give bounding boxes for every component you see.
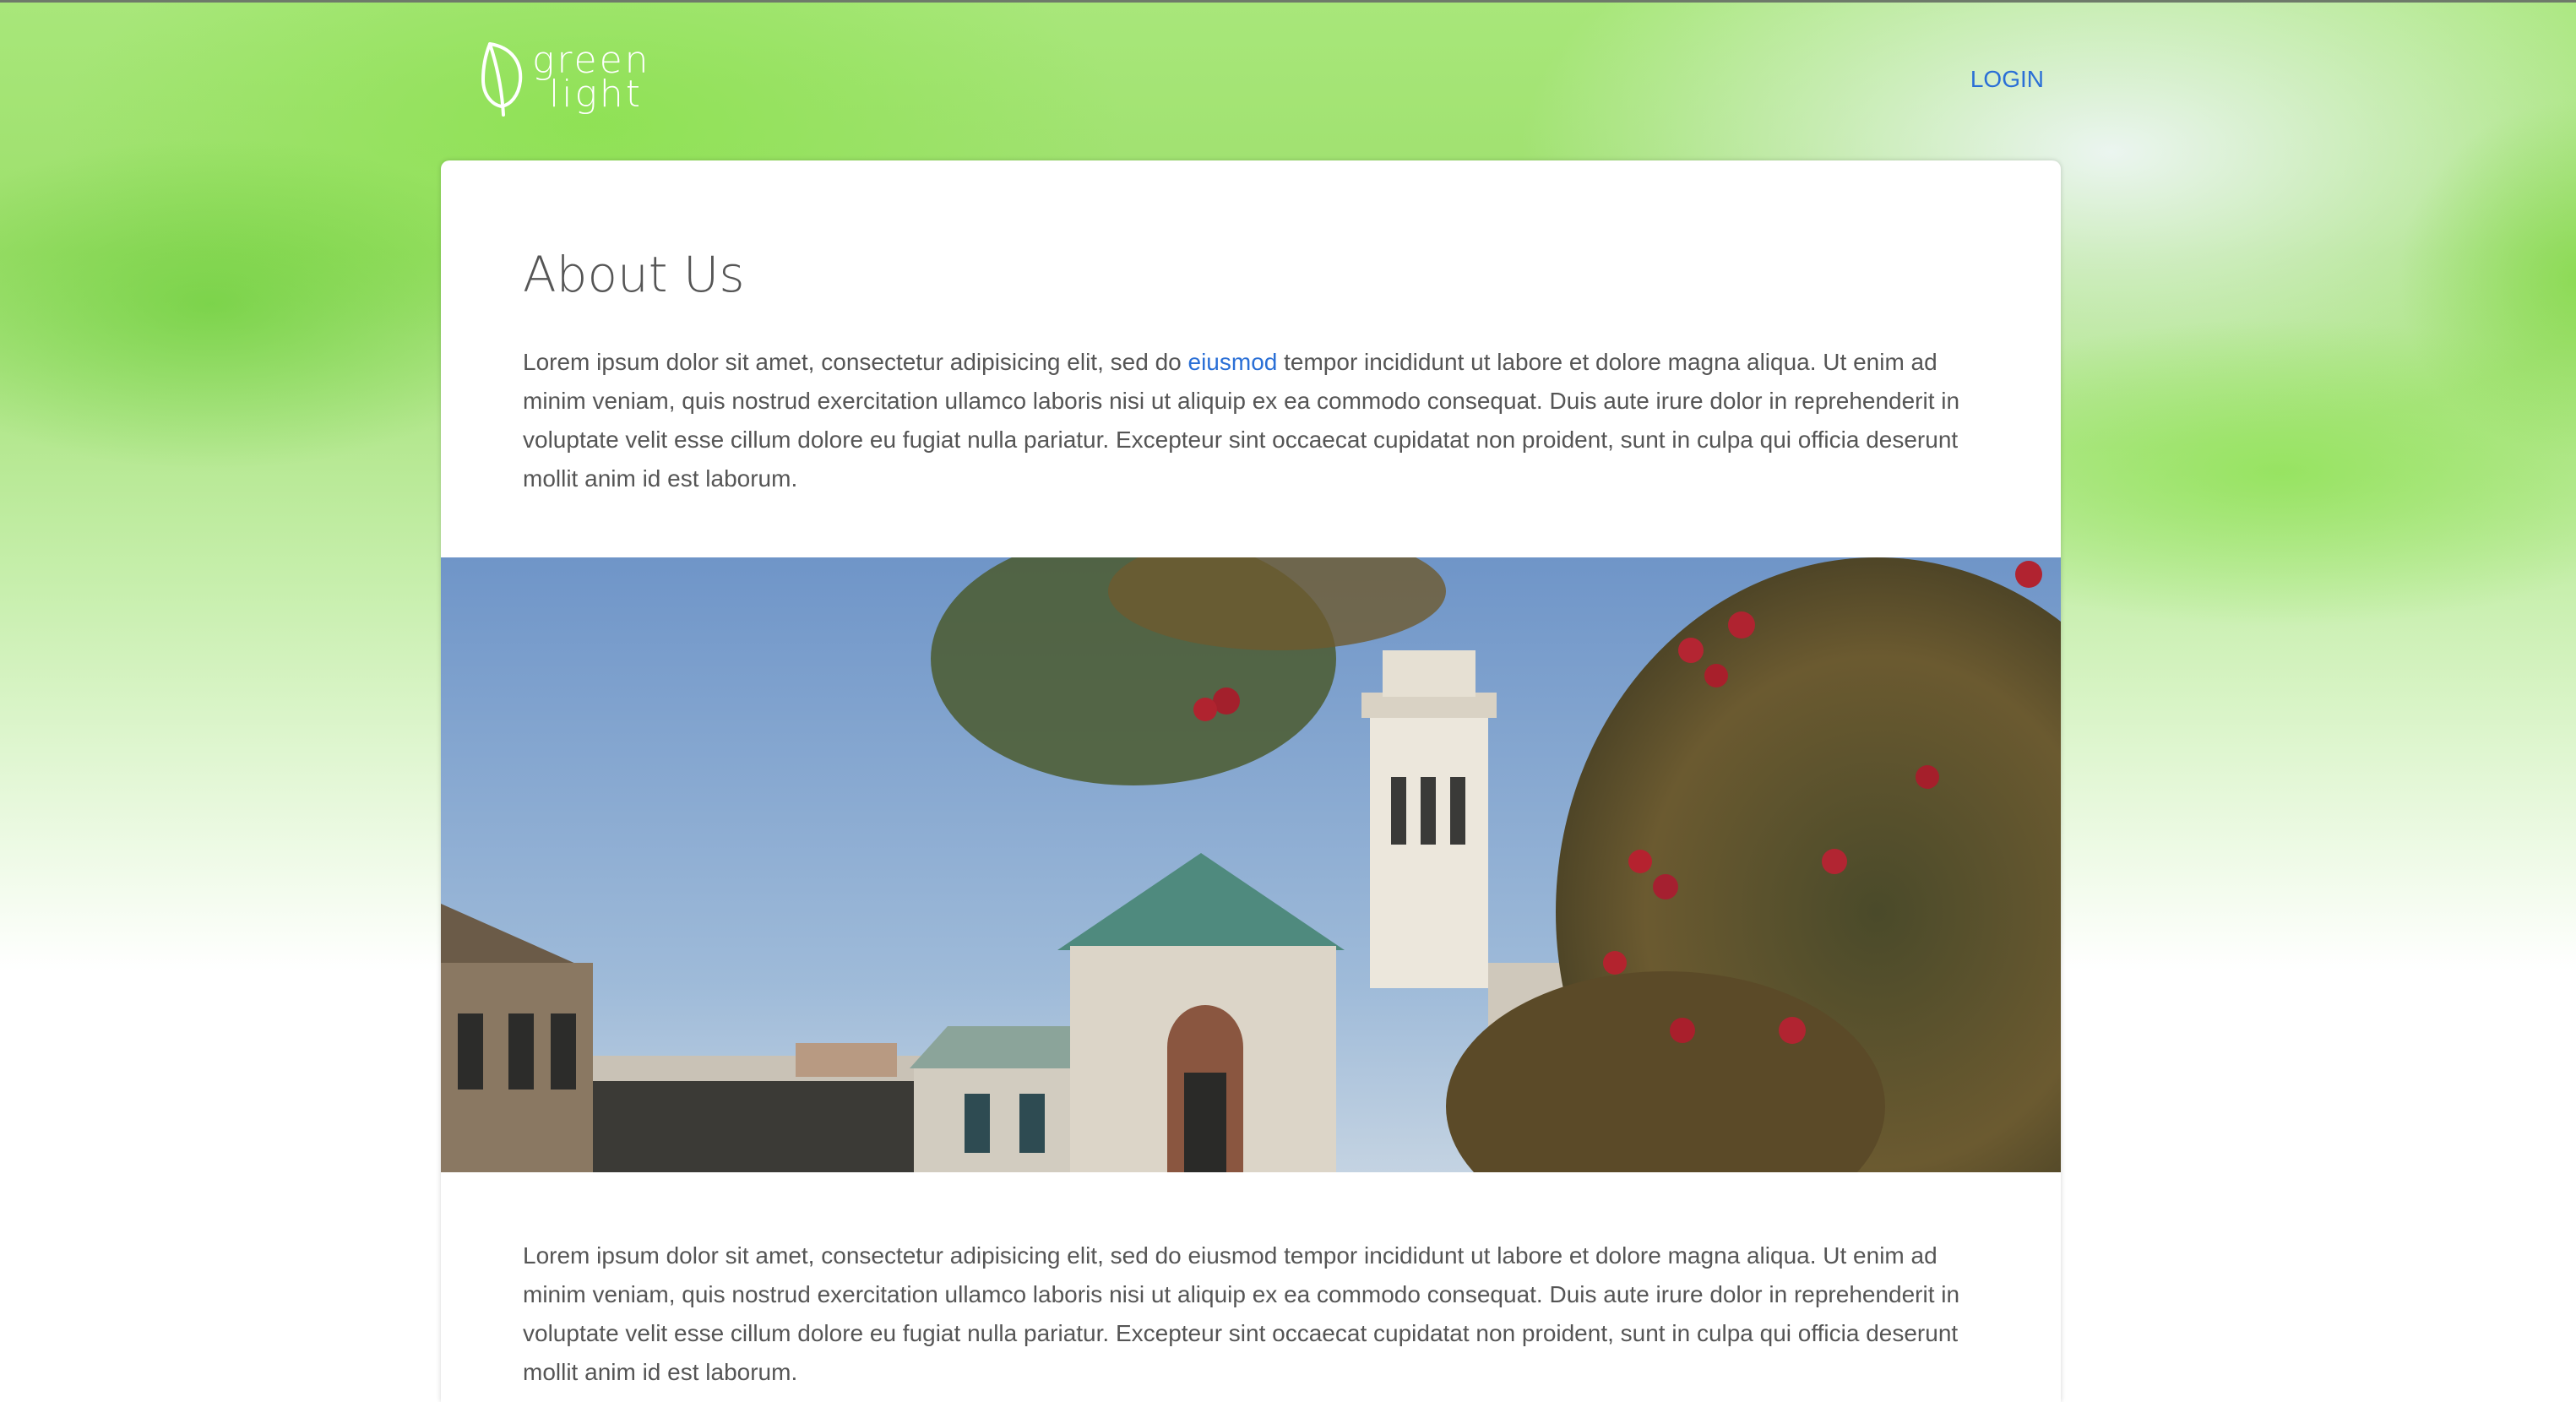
- top-border: [0, 0, 2576, 3]
- intro-paragraph: Lorem ipsum dolor sit amet, consectetur …: [523, 343, 1975, 498]
- intro-text-start: Lorem ipsum dolor sit amet, consectetur …: [523, 349, 1188, 375]
- eiusmod-link[interactable]: eiusmod: [1188, 349, 1278, 375]
- body-paragraph: Lorem ipsum dolor sit amet, consectetur …: [523, 1242, 1960, 1385]
- logo-line-light: light: [549, 73, 643, 116]
- page-title: About Us: [523, 246, 745, 303]
- leaf-icon: [481, 42, 523, 117]
- logo[interactable]: green light: [478, 34, 672, 122]
- campus-hero-image: [441, 557, 2061, 1172]
- logo-wordmark: green light: [532, 42, 651, 116]
- content-card: About Us Lorem ipsum dolor sit amet, con…: [441, 160, 2061, 1402]
- login-link[interactable]: LOGIN: [1926, 61, 2044, 98]
